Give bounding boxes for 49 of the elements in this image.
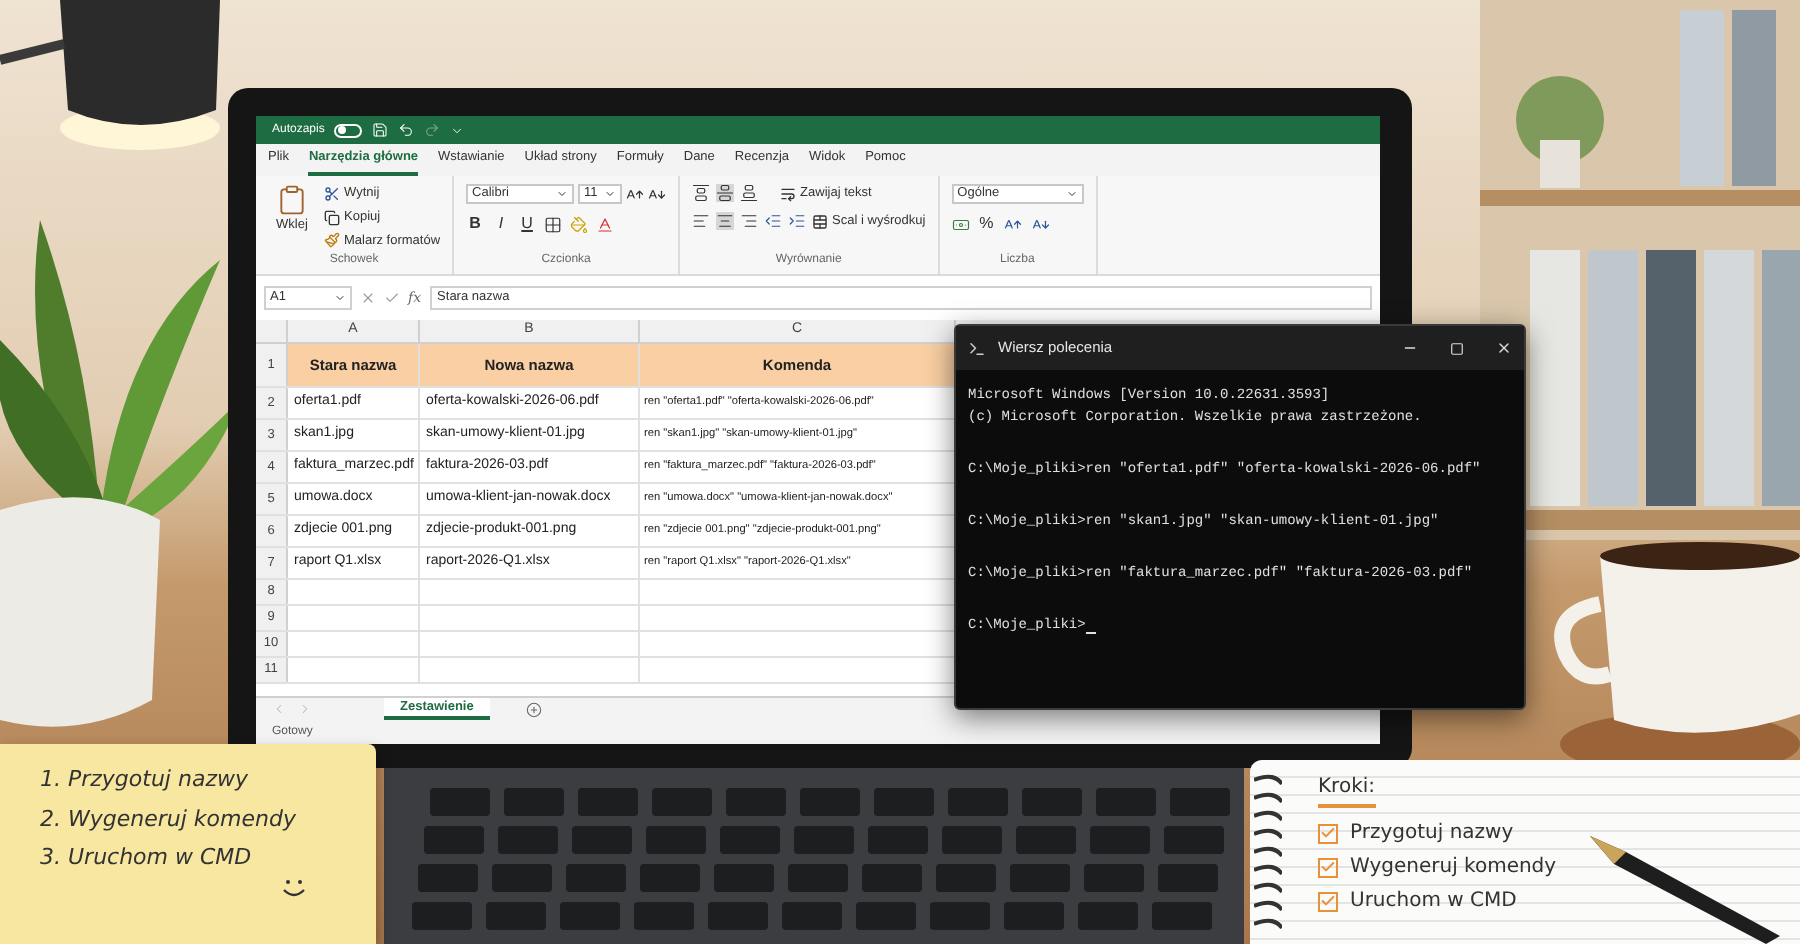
merge-cells-icon (812, 213, 829, 230)
maximize-icon[interactable] (1450, 341, 1464, 355)
notebook-title: Kroki: (1318, 772, 1376, 808)
font-color-icon[interactable] (596, 215, 615, 233)
chevron-down-icon (556, 188, 569, 200)
indent-increase-icon[interactable] (788, 212, 807, 231)
percent-button[interactable]: % (979, 212, 994, 236)
align-center-icon[interactable] (716, 212, 735, 231)
copy-icon (324, 209, 340, 226)
align-right-icon[interactable] (740, 212, 759, 231)
fill-color-icon[interactable] (570, 215, 589, 233)
align-middle-icon[interactable] (716, 184, 735, 203)
scissors-icon (324, 185, 340, 202)
autosave-toggle[interactable] (334, 123, 363, 137)
align-left-icon[interactable] (692, 212, 711, 231)
note-text: 1. Przygotuj nazwy (40, 764, 250, 796)
clipboard-icon (276, 184, 308, 216)
undo-icon[interactable] (398, 122, 415, 138)
wrap-text-icon (780, 185, 797, 202)
close-icon[interactable] (1496, 340, 1512, 356)
cancel-icon[interactable] (360, 290, 376, 306)
align-top-icon[interactable] (692, 184, 711, 203)
chevron-down-icon[interactable] (450, 123, 465, 137)
text-cursor (1085, 631, 1096, 634)
bold-button[interactable]: B (466, 212, 485, 236)
borders-icon[interactable] (544, 215, 563, 233)
currency-icon[interactable] (951, 215, 970, 233)
smiley-icon (280, 876, 308, 900)
paintbrush-icon (324, 232, 340, 249)
note-text: 3. Uruchom w CMD (40, 842, 254, 874)
chevron-down-icon (604, 188, 617, 200)
checkbox[interactable] (1318, 857, 1338, 877)
decrease-font-icon[interactable] (648, 185, 667, 203)
terminal-icon (968, 339, 986, 357)
checklist-text: Uruchom w CMD (1350, 888, 1517, 916)
add-sheet-icon[interactable] (525, 701, 542, 717)
save-icon[interactable] (372, 122, 389, 138)
note-text: 2. Wygeneruj komendy (40, 803, 298, 835)
italic-button[interactable]: I (492, 212, 511, 236)
chevron-down-icon (334, 292, 346, 304)
underline-button[interactable]: U (518, 212, 537, 236)
align-bottom-icon[interactable] (740, 184, 759, 203)
checkbox[interactable] (1318, 823, 1338, 843)
checkbox[interactable] (1318, 891, 1338, 911)
indent-decrease-icon[interactable] (764, 212, 783, 231)
increase-font-icon[interactable] (626, 185, 645, 203)
chevron-down-icon (1065, 188, 1078, 200)
checklist-text: Wygeneruj komendy (1350, 854, 1557, 882)
checklist-text: Przygotuj nazwy (1350, 820, 1514, 848)
